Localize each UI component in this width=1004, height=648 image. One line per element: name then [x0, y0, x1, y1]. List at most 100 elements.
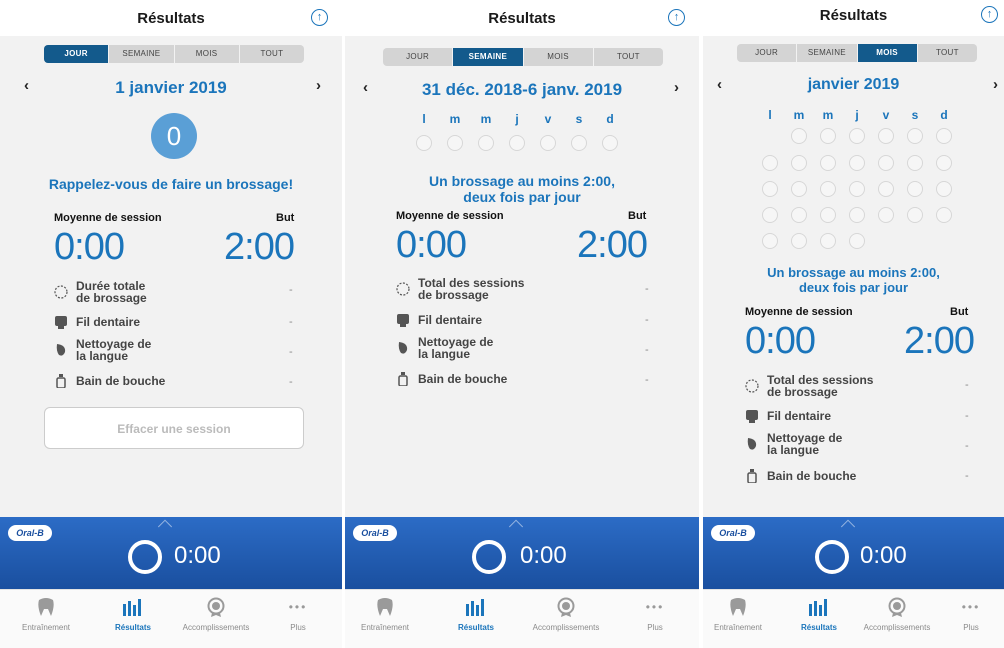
- tab-label: Accomplissements: [863, 623, 931, 632]
- clear-session-button[interactable]: Effacer une session: [44, 407, 304, 449]
- row-value: -: [965, 410, 969, 422]
- row-value: -: [645, 344, 649, 356]
- header: Résultats ↑: [345, 0, 699, 36]
- row-value: -: [965, 440, 969, 452]
- bottom-tab-bar: Entraînement Résultats Accomplissements …: [703, 589, 1004, 648]
- brushing-timer-bar[interactable]: Oral-B 0:00: [703, 517, 1004, 589]
- row-value: -: [645, 314, 649, 326]
- screen: Résultats ↑ JOUR SEMAINE MOIS TOUT ‹ › 1…: [0, 0, 1004, 648]
- results-week-panel: Résultats ↑ JOUR SEMAINE MOIS TOUT ‹ › 3…: [345, 0, 699, 648]
- tab-label: Plus: [290, 623, 306, 632]
- stat-row-sessions: Total des sessions de brossage: [396, 277, 524, 301]
- tab-semaine[interactable]: SEMAINE: [797, 44, 858, 62]
- tab-entrainement[interactable]: Entraînement: [350, 596, 420, 632]
- day-circle: [849, 181, 865, 197]
- tab-resultats[interactable]: Résultats: [98, 596, 168, 632]
- day-circle: [878, 207, 894, 223]
- tab-label: Accomplissements: [182, 623, 250, 632]
- tab-entrainement[interactable]: Entraînement: [703, 596, 773, 632]
- tab-accomplissements[interactable]: Accomplissements: [862, 596, 932, 632]
- upload-arrow-icon[interactable]: ↑: [668, 9, 685, 26]
- tab-accomplissements[interactable]: Accomplissements: [531, 596, 601, 632]
- stat-row-floss: Fil dentaire: [54, 315, 140, 329]
- stat-row-tongue: Nettoyage de la langue: [745, 432, 842, 456]
- session-average-label: Moyenne de session: [54, 212, 162, 224]
- day-circle: [907, 128, 923, 144]
- mouthwash-bottle-icon: [54, 374, 68, 388]
- tab-mois[interactable]: MOIS: [175, 45, 240, 63]
- expand-chevron-icon[interactable]: [157, 519, 173, 534]
- tab-jour[interactable]: JOUR: [44, 45, 110, 63]
- oral-b-logo: Oral-B: [353, 525, 397, 541]
- tab-mois[interactable]: MOIS: [857, 44, 918, 62]
- tab-semaine[interactable]: SEMAINE: [109, 45, 175, 63]
- tab-tout[interactable]: TOUT: [594, 48, 663, 66]
- tab-plus[interactable]: ••• Plus: [620, 596, 690, 632]
- goal-text-line-1: Un brossage au moins 2:00,: [429, 173, 615, 189]
- bar-chart-icon: [441, 596, 511, 618]
- expand-chevron-icon[interactable]: [840, 519, 855, 534]
- day-circle: [907, 155, 923, 171]
- session-average-value: 0:00: [54, 226, 125, 268]
- tab-plus[interactable]: ••• Plus: [263, 596, 333, 632]
- tab-jour[interactable]: JOUR: [383, 48, 454, 66]
- stat-row-duration: Durée totale de brossage: [54, 280, 147, 304]
- row-label-2: la langue: [767, 443, 820, 457]
- goal-text: Un brossage au moins 2:00, deux fois par …: [345, 173, 699, 205]
- floss-icon: [745, 409, 759, 423]
- timer-value: 0:00: [520, 542, 567, 569]
- timer-value: 0:00: [860, 542, 907, 569]
- day-circle: [878, 181, 894, 197]
- tab-mois[interactable]: MOIS: [524, 48, 594, 66]
- row-label: Fil dentaire: [767, 409, 832, 423]
- tab-accomplissements[interactable]: Accomplissements: [181, 596, 251, 632]
- goal-label: But: [276, 212, 295, 224]
- timer-value: 0:00: [174, 542, 221, 569]
- day-circle: [907, 181, 923, 197]
- weekday-label: v: [882, 108, 890, 122]
- tab-tout[interactable]: TOUT: [240, 45, 304, 63]
- day-circle: [571, 135, 587, 151]
- brushing-timer-bar[interactable]: Oral-B 0:00: [0, 517, 342, 589]
- tab-label: Entraînement: [21, 623, 71, 632]
- medal-icon: [181, 596, 251, 618]
- weekday-label: d: [940, 108, 948, 122]
- page-title: Résultats: [819, 7, 888, 24]
- tab-label: Plus: [647, 623, 663, 632]
- session-average-label: Moyenne de session: [745, 306, 853, 318]
- row-value: -: [289, 316, 293, 328]
- timer-ring-icon: [128, 540, 162, 574]
- upload-arrow-icon[interactable]: ↑: [311, 9, 328, 26]
- page-title: Résultats: [137, 10, 205, 27]
- day-circle: [936, 128, 952, 144]
- date-title: janvier 2019: [807, 76, 900, 93]
- expand-chevron-icon[interactable]: [508, 519, 524, 534]
- day-circle: [509, 135, 525, 151]
- session-count-badge: 0: [151, 113, 197, 159]
- brushing-timer-bar[interactable]: Oral-B 0:00: [345, 517, 699, 589]
- tab-semaine[interactable]: SEMAINE: [453, 48, 524, 66]
- day-circle: [820, 155, 836, 171]
- day-circle: [762, 155, 778, 171]
- day-circle: [762, 233, 778, 249]
- tooth-icon: [350, 596, 420, 618]
- reminder-text: Rappelez-vous de faire un brossage!: [48, 176, 294, 192]
- day-circle: [447, 135, 463, 151]
- upload-arrow-icon[interactable]: ↑: [981, 6, 998, 23]
- weekday-label: l: [422, 112, 426, 126]
- header: Résultats ↑: [0, 0, 342, 36]
- row-value: -: [965, 470, 969, 482]
- row-label-2: la langue: [418, 347, 471, 361]
- tab-tout[interactable]: TOUT: [918, 44, 977, 62]
- tab-resultats[interactable]: Résultats: [784, 596, 854, 632]
- day-circle: [416, 135, 432, 151]
- tab-jour[interactable]: JOUR: [737, 44, 798, 62]
- day-circle: [820, 207, 836, 223]
- weekday-label: l: [768, 108, 772, 122]
- tab-resultats[interactable]: Résultats: [441, 596, 511, 632]
- tab-entrainement[interactable]: Entraînement: [11, 596, 81, 632]
- stat-row-floss: Fil dentaire: [396, 313, 482, 327]
- header: Résultats ↑: [703, 0, 1004, 36]
- tab-plus[interactable]: ••• Plus: [936, 596, 1004, 632]
- goal-text: Un brossage au moins 2:00, deux fois par …: [703, 265, 1004, 295]
